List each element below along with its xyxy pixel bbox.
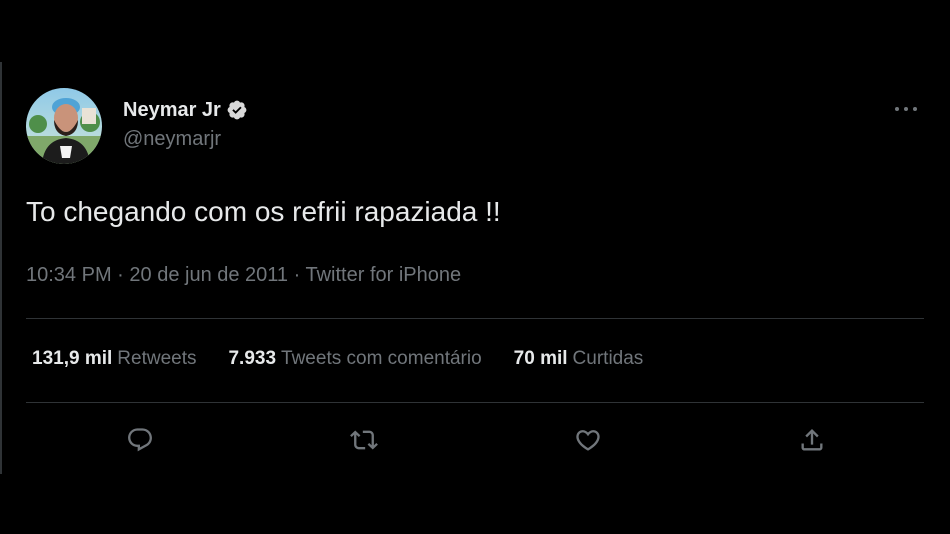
- avatar-image: [26, 88, 102, 164]
- reply-icon[interactable]: [124, 424, 156, 456]
- author-names: Neymar Jr @neymarjr: [123, 96, 248, 151]
- likes-stat[interactable]: 70 mil Curtidas: [514, 348, 644, 370]
- retweets-label: Retweets: [117, 348, 197, 369]
- meta-separator: ·: [293, 264, 306, 286]
- likes-label: Curtidas: [572, 348, 644, 369]
- divider: [26, 318, 924, 319]
- tweet-meta: 10:34 PM · 20 de jun de 2011 · Twitter f…: [26, 264, 461, 287]
- share-icon[interactable]: [796, 424, 828, 456]
- tweet-stats: 131,9 mil Retweets 7.933 Tweets com come…: [32, 348, 643, 370]
- retweet-icon[interactable]: [348, 424, 380, 456]
- quotes-label: Tweets com comentário: [281, 348, 482, 369]
- avatar[interactable]: [26, 88, 102, 164]
- name-row: Neymar Jr: [123, 96, 248, 124]
- meta-separator: ·: [117, 264, 130, 286]
- divider: [26, 402, 924, 403]
- retweets-count: 131,9 mil: [32, 348, 113, 369]
- tweet-source[interactable]: Twitter for iPhone: [305, 264, 461, 286]
- left-border: [0, 62, 2, 474]
- tweet-text: To chegando com os refrii rapaziada !!: [26, 196, 501, 227]
- like-icon[interactable]: [572, 424, 604, 456]
- tweet-time[interactable]: 10:34 PM: [26, 264, 112, 286]
- tweet-card: Neymar Jr @neymarjr To chegando com os r…: [26, 88, 924, 452]
- tweet-date[interactable]: 20 de jun de 2011: [129, 264, 288, 286]
- quotes-count: 7.933: [228, 348, 277, 369]
- tweet-header: Neymar Jr @neymarjr: [26, 88, 924, 166]
- quotes-stat[interactable]: 7.933 Tweets com comentário: [228, 348, 481, 370]
- tweet-actions: [26, 424, 924, 456]
- likes-count: 70 mil: [513, 348, 568, 369]
- verified-badge-icon: [226, 99, 248, 121]
- display-name[interactable]: Neymar Jr: [123, 99, 221, 122]
- retweets-stat[interactable]: 131,9 mil Retweets: [32, 348, 196, 370]
- handle[interactable]: @neymarjr: [123, 128, 248, 151]
- more-options-icon[interactable]: [892, 98, 920, 120]
